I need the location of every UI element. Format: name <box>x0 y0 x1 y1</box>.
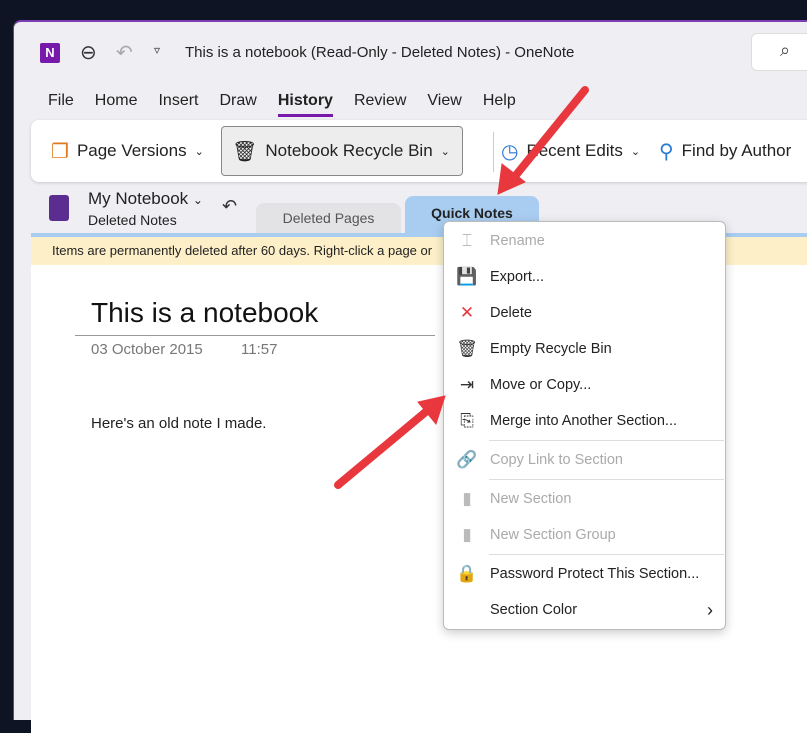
find-by-author-button[interactable]: ⚲ Find by Author <box>659 126 791 176</box>
page-date: 03 October 2015 <box>91 341 203 358</box>
menu-divider <box>489 440 724 441</box>
notebook-section-label: Deleted Notes <box>88 212 177 228</box>
menu-item-new-section-group: ▮ New Section Group <box>444 518 725 552</box>
tab-help[interactable]: Help <box>483 92 516 117</box>
ribbon: ❐ Page Versions ⌄ 🗑 Notebook Recycle Bin ⌄ ◷… <box>31 120 807 182</box>
tab-insert[interactable]: Insert <box>158 92 198 117</box>
link-icon: 🔗 <box>456 450 478 469</box>
tab-view[interactable]: View <box>427 92 461 117</box>
undo-icon[interactable]: ↶ <box>116 40 133 65</box>
back-icon[interactable]: ⊖ <box>80 40 97 65</box>
menu-bar: File Home Insert Draw History Review Vie… <box>48 92 537 117</box>
menu-item-label: Password Protect This Section... <box>490 566 700 582</box>
menu-item-label: Rename <box>490 233 545 249</box>
find-author-icon: ⚲ <box>659 140 674 163</box>
lock-icon: 🔒 <box>456 564 478 583</box>
menu-item-merge-into-another-section[interactable]: ⎘ Merge into Another Section... <box>444 404 725 438</box>
notebook-dropdown[interactable]: My Notebook ⌄ <box>88 189 203 209</box>
menu-item-export[interactable]: 💾 Export... <box>444 260 725 294</box>
title-bar: N ⊖ ↶ ▿ This is a notebook (Read-Only - … <box>14 22 807 82</box>
menu-item-password-protect-this-section[interactable]: 🔒 Password Protect This Section... <box>444 557 725 591</box>
tab-deleted-pages[interactable]: Deleted Pages <box>256 203 401 233</box>
menu-item-label: Merge into Another Section... <box>490 413 677 429</box>
page-versions-icon: ❐ <box>51 140 69 163</box>
tab-home[interactable]: Home <box>95 92 138 117</box>
trash-icon: 🗑 <box>232 140 258 163</box>
menu-item-delete[interactable]: ✕ Delete <box>444 296 725 330</box>
tab-history[interactable]: History <box>277 92 333 117</box>
menu-item-copy-link-to-section: 🔗 Copy Link to Section <box>444 443 725 477</box>
menu-item-label: Move or Copy... <box>490 377 592 393</box>
menu-item-move-or-copy[interactable]: ⇥ Move or Copy... <box>444 368 725 402</box>
window-title: This is a notebook (Read-Only - Deleted … <box>185 44 575 61</box>
export-icon: 💾 <box>456 267 478 286</box>
page-title: This is a notebook <box>91 297 319 328</box>
chevron-down-icon: ⌄ <box>630 145 641 158</box>
page-body-text: Here's an old note I made. <box>91 415 267 432</box>
chevron-right-icon: › <box>707 599 713 620</box>
menu-item-label: Delete <box>490 305 532 321</box>
recent-edits-button[interactable]: ◷ Recent Edits ⌄ <box>501 126 640 176</box>
chevron-down-icon: ⌄ <box>192 193 203 207</box>
menu-item-label: Copy Link to Section <box>490 452 623 468</box>
menu-item-label: New Section <box>490 491 572 507</box>
menu-item-rename: ⌶ Rename <box>444 224 725 258</box>
menu-item-label: New Section Group <box>490 527 616 543</box>
new-section-icon: ▮ <box>462 489 472 508</box>
menu-divider <box>489 554 724 555</box>
menu-item-label: Empty Recycle Bin <box>490 341 612 357</box>
recent-edits-icon: ◷ <box>501 140 519 163</box>
search-button[interactable]: ⌕ <box>751 33 807 71</box>
delete-icon: ✕ <box>459 303 475 322</box>
menu-divider <box>489 479 724 480</box>
menu-item-new-section: ▮ New Section <box>444 482 725 516</box>
page-time: 11:57 <box>241 341 278 358</box>
merge-icon: ⎘ <box>460 411 474 430</box>
menu-item-section-color[interactable]: Section Color › <box>444 593 725 627</box>
tab-file[interactable]: File <box>48 92 74 117</box>
title-underline <box>75 335 435 336</box>
search-icon: ⌕ <box>780 40 791 60</box>
new-section-group-icon: ▮ <box>462 525 472 544</box>
rename-icon: ⌶ <box>461 231 473 250</box>
move-copy-icon: ⇥ <box>459 375 475 394</box>
notebook-recycle-bin-button[interactable]: 🗑 Notebook Recycle Bin ⌄ <box>221 126 463 176</box>
page-versions-button[interactable]: ❐ Page Versions ⌄ <box>51 126 204 176</box>
menu-item-label: Section Color <box>490 602 578 618</box>
ribbon-divider <box>493 132 494 172</box>
restore-icon[interactable]: ↶ <box>222 196 237 217</box>
quick-access-dropdown-icon[interactable]: ▿ <box>154 43 160 57</box>
chevron-down-icon: ⌄ <box>440 145 450 158</box>
tab-draw[interactable]: Draw <box>219 92 256 117</box>
tab-review[interactable]: Review <box>354 92 406 117</box>
chevron-down-icon: ⌄ <box>194 145 204 158</box>
section-context-menu: ⌶ Rename 💾 Export... ✕ Delete 🗑 Empty Recycle B… <box>443 221 726 630</box>
menu-item-empty-recycle-bin[interactable]: 🗑 Empty Recycle Bin <box>444 332 725 366</box>
onenote-logo-icon: N <box>40 43 60 63</box>
notebook-icon <box>49 195 69 221</box>
trash-icon: 🗑 <box>456 339 478 358</box>
menu-item-label: Export... <box>490 269 544 285</box>
